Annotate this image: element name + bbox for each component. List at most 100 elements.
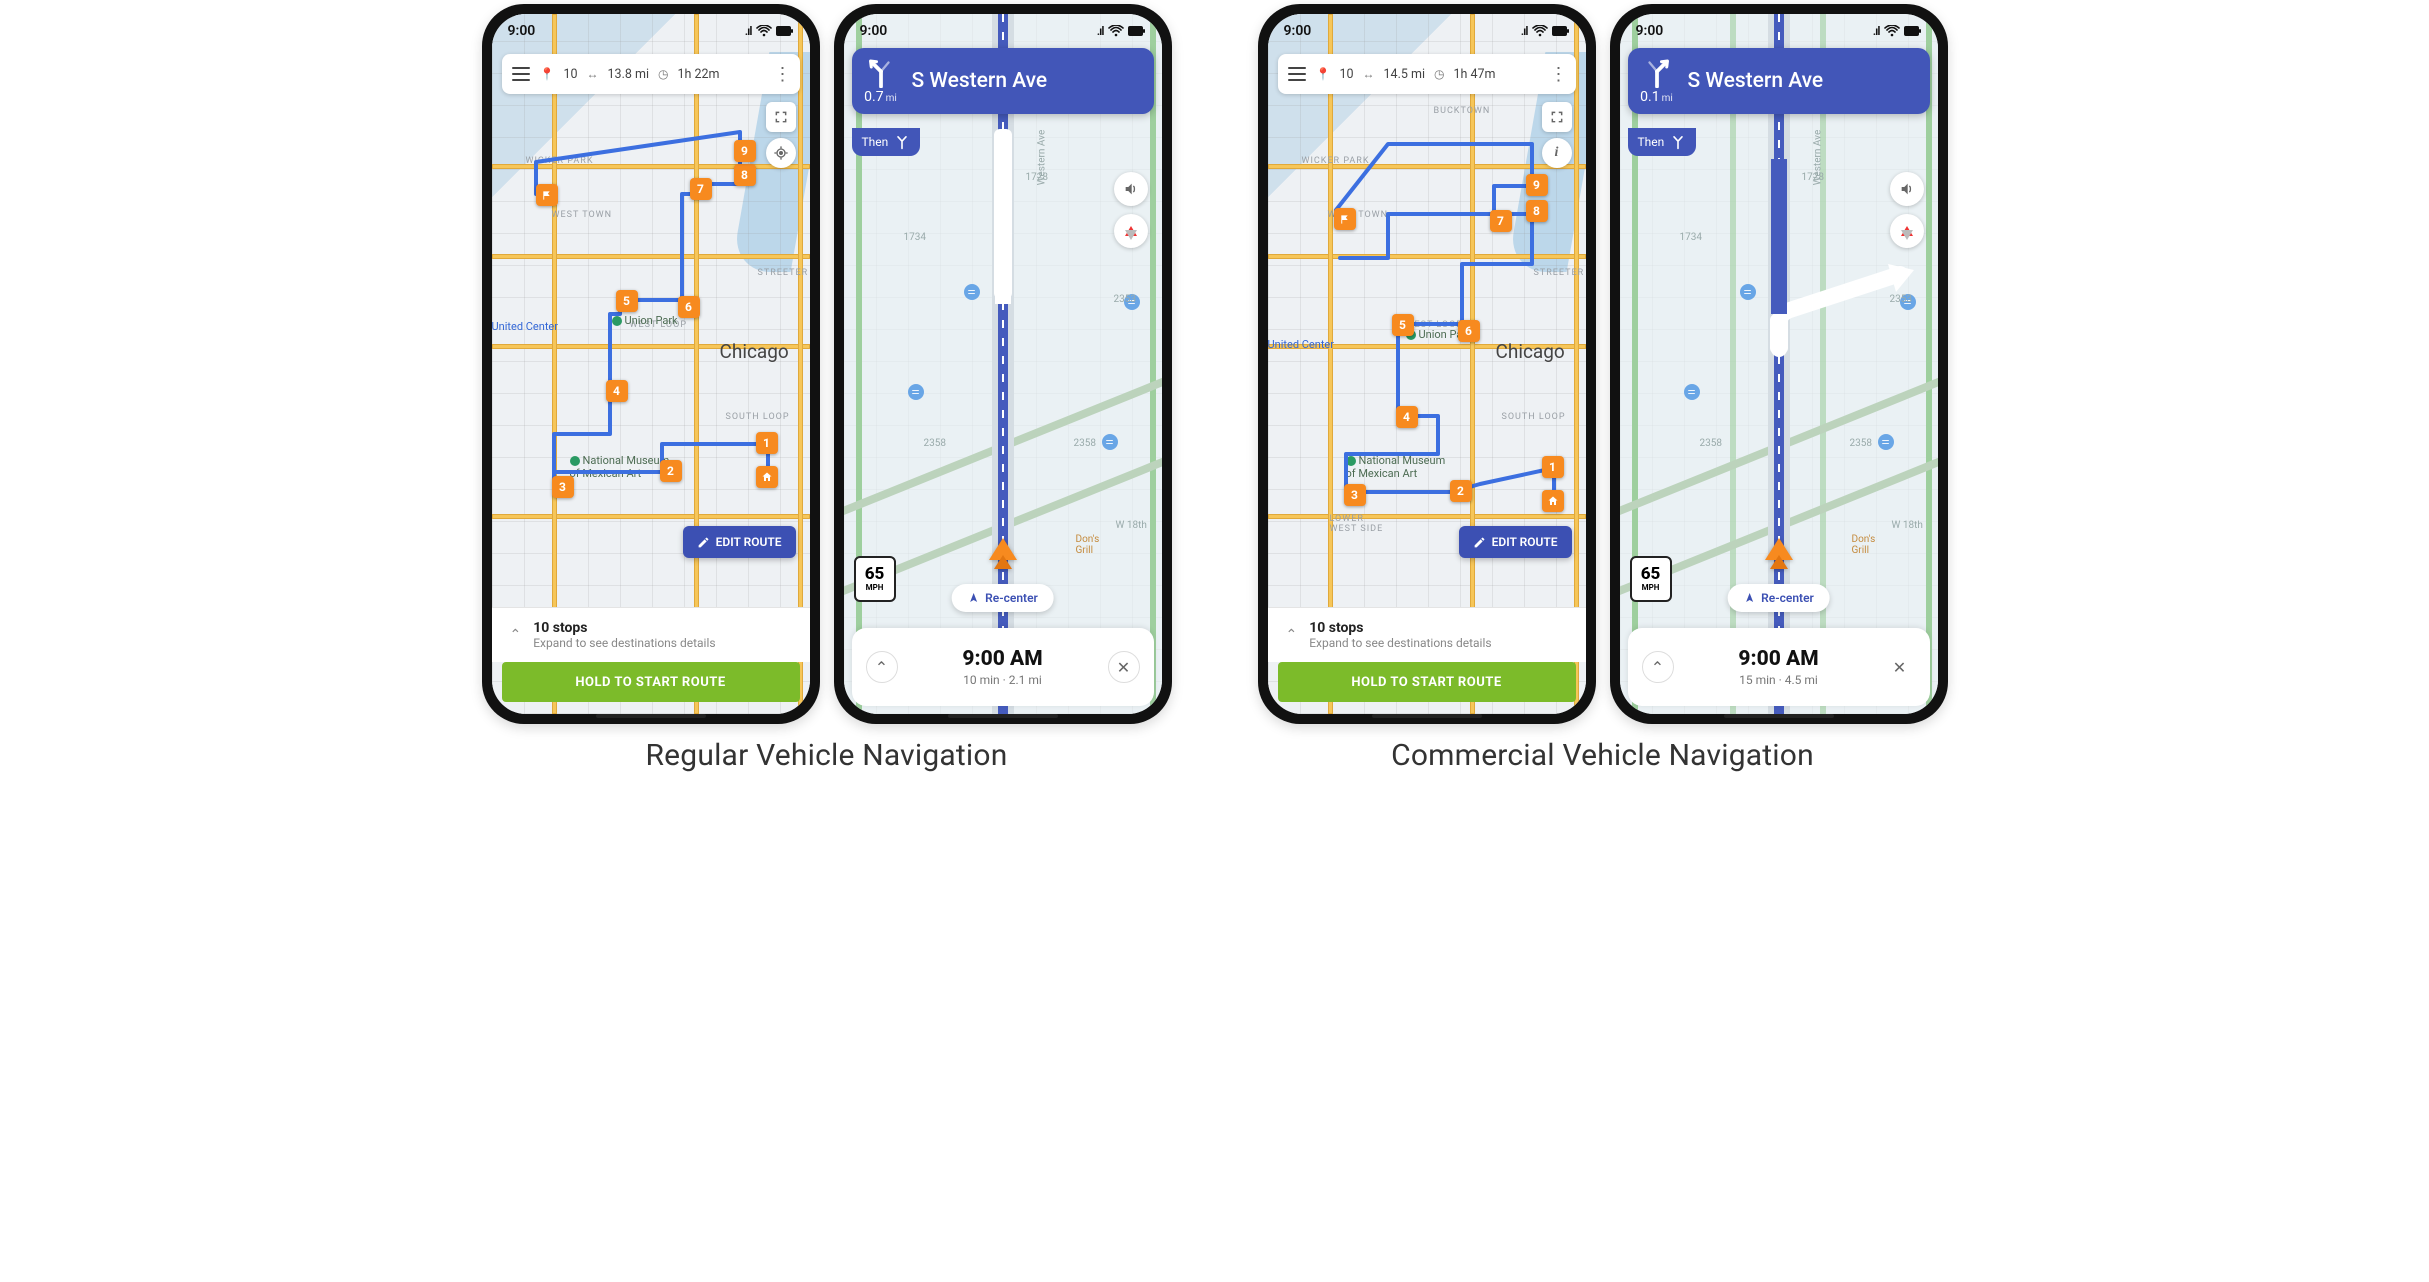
stop-marker-6[interactable]: 6 [678,296,700,318]
status-icons: .ıl [1873,24,1922,38]
route-distance: 13.8 mi [608,67,649,82]
route-summary-card[interactable]: 📍10↔14.5 mi◷1h 47m⋮ [1278,54,1576,94]
more-icon[interactable]: ⋮ [1548,64,1570,85]
street-name: S Western Ave [1688,69,1824,93]
stops-count: 10 [563,67,577,82]
group-caption: Commercial Vehicle Navigation [1391,738,1814,773]
vehicle-cursor [989,524,1017,560]
stops-count: 10 [1339,67,1353,82]
fullscreen-button[interactable] [766,102,796,132]
stop-marker-2[interactable]: 2 [660,460,682,482]
status-icons: .ıl [745,24,794,38]
stop-marker-5[interactable]: 5 [616,290,638,312]
speed-limit-sign: 65MPH [1630,556,1672,602]
route-distance: 14.5 mi [1384,67,1425,82]
group-caption: Regular Vehicle Navigation [645,738,1007,773]
stop-marker-4[interactable]: 4 [606,380,628,402]
turn-icon: 0.7mi [864,58,898,104]
nav-bottom-bar: ⌃ 9:00 AM 10 min · 2.1 mi ✕ [852,628,1154,706]
then-chip[interactable]: Then [852,128,921,156]
nav-bottom-bar: ⌃ 9:00 AM 15 min · 4.5 mi ✕ [1628,628,1930,706]
edit-route-button[interactable]: EDIT ROUTE [683,526,796,558]
status-icons: .ıl [1097,24,1146,38]
status-time: 9:00 [1284,23,1312,39]
stop-marker-3[interactable]: 3 [552,476,574,498]
stop-marker-1[interactable]: 1 [1542,456,1564,478]
stop-marker-7[interactable]: 7 [690,178,712,200]
vehicle-cursor [1765,524,1793,560]
eta-sub: 15 min · 4.5 mi [1738,673,1818,687]
flag-marker[interactable] [536,184,558,206]
status-icons: .ıl [1521,24,1570,38]
stop-marker-8[interactable]: 8 [1526,200,1548,222]
sheet-subtitle: Expand to see destinations details [1309,636,1491,650]
stop-marker-2[interactable]: 2 [1450,480,1472,502]
stop-marker-8[interactable]: 8 [734,164,756,186]
stop-marker-3[interactable]: 3 [1344,484,1366,506]
menu-icon[interactable] [1288,67,1306,81]
speed-limit-sign: 65MPH [854,556,896,602]
close-button[interactable]: ✕ [1108,651,1140,683]
menu-icon[interactable] [512,67,530,81]
turn-icon: 0.1mi [1640,58,1674,104]
start-route-button[interactable]: HOLD TO START ROUTE [502,662,800,702]
status-bar: 9:00 .ıl [492,14,810,48]
compass-button[interactable] [1890,214,1924,248]
stop-marker-9[interactable]: 9 [1526,174,1548,196]
phone-nav: 9:00.ıl⚌⚌⚌⚌Don's GrillWestern Ave1728173… [834,4,1172,724]
sound-button[interactable] [1890,172,1924,206]
distance-icon: ↔ [587,67,599,81]
stops-sheet[interactable]: ⌃ 10 stopsExpand to see destinations deta… [492,607,810,662]
route-duration: 1h 47m [1453,67,1495,82]
info-button[interactable]: i [1542,138,1572,168]
home-marker[interactable] [756,466,778,488]
flag-marker[interactable] [1334,208,1356,230]
status-bar: 9:00 .ıl [844,14,1162,48]
sheet-title: 10 stops [533,620,715,636]
pin-icon: 📍 [1316,67,1331,81]
expand-button[interactable]: ⌃ [1642,651,1674,683]
home-marker[interactable] [1542,490,1564,512]
fullscreen-button[interactable] [1542,102,1572,132]
sheet-title: 10 stops [1309,620,1491,636]
clock-icon: ◷ [658,67,668,81]
status-time: 9:00 [508,23,536,39]
stop-marker-6[interactable]: 6 [1458,320,1480,342]
status-bar: 9:00.ıl [1620,14,1938,48]
recenter-button[interactable]: Re-center [951,584,1054,612]
route-summary-card[interactable]: 📍 10 ↔ 13.8 mi ◷ 1h 22m ⋮ [502,54,800,94]
phone-nav: 9:00.ıl⚌⚌⚌⚌Don's GrillWestern Ave1728173… [1610,4,1948,724]
close-button[interactable]: ✕ [1884,651,1916,683]
start-route-button[interactable]: HOLD TO START ROUTE [1278,662,1576,702]
eta: 9:00 AM [1738,647,1818,671]
turn-banner[interactable]: 0.1mi S Western Ave [1628,48,1930,114]
more-icon[interactable]: ⋮ [772,64,794,85]
sound-button[interactable] [1114,172,1148,206]
stop-marker-9[interactable]: 9 [734,140,756,162]
compass-button[interactable] [1114,214,1148,248]
chevron-up-icon: ⌃ [1286,627,1298,643]
chevron-up-icon: ⌃ [510,627,522,643]
stops-sheet[interactable]: ⌃ 10 stopsExpand to see destinations deta… [1268,607,1586,662]
stop-marker-1[interactable]: 1 [756,432,778,454]
phone-planner: 9:00.ılChicagoWICKER PARKWEST TOWNWEST L… [482,4,820,724]
phone-planner: 9:00.ılChicagoWICKER PARKWEST TOWNWEST L… [1258,4,1596,724]
status-bar: 9:00 .ıl [1268,14,1586,48]
street-name: S Western Ave [912,69,1048,93]
distance-icon: ↔ [1363,67,1375,81]
pin-icon: 📍 [540,67,555,81]
locate-button[interactable] [766,138,796,168]
stop-marker-5[interactable]: 5 [1392,314,1414,336]
turn-banner[interactable]: 0.7mi S Western Ave [852,48,1154,114]
expand-button[interactable]: ⌃ [866,651,898,683]
edit-route-button[interactable]: EDIT ROUTE [1459,526,1572,558]
stop-marker-7[interactable]: 7 [1490,210,1512,232]
eta-sub: 10 min · 2.1 mi [962,673,1042,687]
stop-marker-4[interactable]: 4 [1396,406,1418,428]
route-duration: 1h 22m [677,67,719,82]
recenter-button[interactable]: Re-center [1727,584,1830,612]
status-time: 9:00 [860,23,888,39]
sheet-subtitle: Expand to see destinations details [533,636,715,650]
then-chip[interactable]: Then [1628,128,1697,156]
eta: 9:00 AM [962,647,1042,671]
